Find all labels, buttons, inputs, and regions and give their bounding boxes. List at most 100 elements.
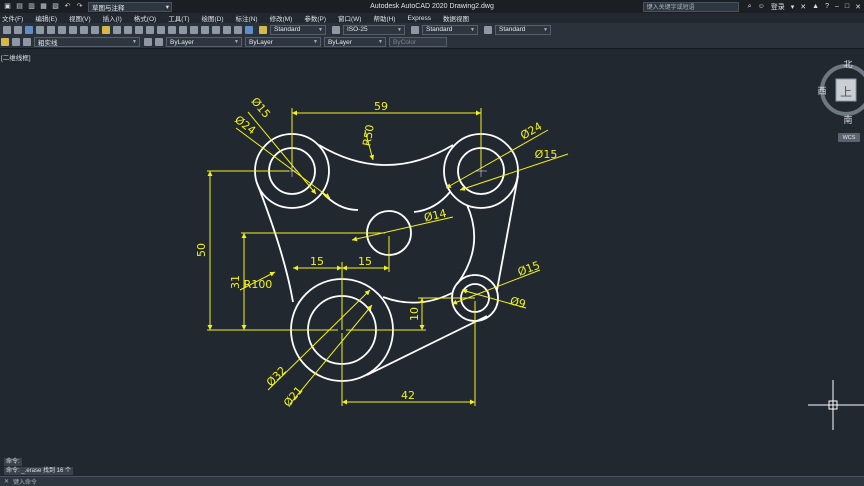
zoom-window-icon[interactable] [157,25,165,34]
open-icon[interactable]: ▤ [15,2,24,11]
layer-freeze-icon[interactable] [23,38,31,46]
paste-icon[interactable] [91,25,99,34]
publish-icon[interactable] [58,25,66,34]
workspace-select[interactable]: 草图与注释 ▾ [88,1,172,12]
menu-file[interactable]: 文件(F) [0,13,29,23]
close-icon[interactable]: ✕ [855,3,861,11]
design-center-icon[interactable] [190,25,198,34]
layer-properties-icon[interactable] [1,38,9,46]
menu-data-view[interactable]: 数据视图 [437,13,475,23]
dim-style-select[interactable]: ISO-25 ▼ [343,24,405,35]
menu-format[interactable]: 格式(O) [128,13,162,23]
arc-right [457,204,476,284]
match-properties-icon[interactable] [102,25,110,34]
menu-edit[interactable]: 编辑(E) [29,13,63,23]
layer-state-icon[interactable] [12,38,20,46]
command-history-2: 命令: _.erase 找到 16 个 [4,467,74,475]
help-icon[interactable] [245,25,253,34]
text-style-value: Standard [274,26,301,33]
save-icon[interactable]: ▥ [27,2,36,11]
autodesk-a360-icon[interactable]: ▲ [812,3,819,10]
calculator-icon[interactable] [234,25,242,34]
dim-15-left: 15 [310,255,324,268]
chevron-down-icon: ▼ [543,26,548,33]
mleader-style-icon [484,25,492,34]
plotstyle-select: ByColor [389,37,447,47]
mleader-style-select[interactable]: Standard ▼ [495,24,551,35]
chevron-down-icon: ▼ [378,39,383,45]
properties-icon[interactable] [179,25,187,34]
dim-dia15-br: Ø15 [516,259,542,279]
zoom-icon[interactable] [146,25,154,34]
pan-icon[interactable] [135,25,143,34]
close-icon[interactable]: ✕ [4,478,9,485]
markup-icon[interactable] [223,25,231,34]
layer-previous-icon[interactable] [155,38,163,46]
menu-tools[interactable]: 工具(T) [162,13,195,23]
undo-icon[interactable]: ↶ [63,2,72,11]
chevron-down-icon: ▼ [397,26,402,33]
redo-icon[interactable]: ↷ [75,2,84,11]
autocad-window: ▣ ▤ ▥ ▦ ▧ ↶ ↷ 草图与注释 ▾ Autodesk AutoCAD 2… [0,0,864,486]
menu-dimension[interactable]: 标注(N) [230,13,264,23]
maximize-icon[interactable]: □ [845,3,849,10]
layer-value: 粗实线 [38,40,58,47]
menu-modify[interactable]: 修改(M) [264,13,299,23]
viewcube[interactable]: 上 北 南 西 [818,60,864,140]
drawing-canvas[interactable]: 59 R50 Ø15 Ø24 Ø24 Ø15 Ø14 50 31 R100 15… [0,49,864,458]
lineweight-select[interactable]: ByLayer ▼ [324,37,386,47]
tool-palettes-icon[interactable] [201,25,209,34]
plot-icon[interactable]: ▧ [51,2,60,11]
layer-select[interactable]: 粗实线 ▼ [34,37,140,47]
minimize-icon[interactable]: – [835,3,839,10]
wcs-menu[interactable]: WCS [838,133,860,142]
menu-insert[interactable]: 插入(I) [97,13,128,23]
menu-draw[interactable]: 绘图(D) [196,13,230,23]
menu-window[interactable]: 窗口(W) [332,13,367,23]
menu-view[interactable]: 视图(V) [63,13,97,23]
dim-dia15-tr: Ø15 [535,148,558,161]
workspace-label: 草图与注释 [92,4,125,12]
plot-icon[interactable] [36,25,44,34]
compass-north: 北 [843,60,852,70]
save-as-icon[interactable]: ▦ [39,2,48,11]
app-menu-icon[interactable]: ▣ [3,2,12,11]
zoom-previous-icon[interactable] [168,25,176,34]
dim-r100: R100 [244,278,273,291]
table-style-select[interactable]: Standard ▼ [422,24,478,35]
help-icon[interactable]: ? [825,3,829,10]
color-select[interactable]: ByLayer ▼ [166,37,242,47]
preview-icon[interactable] [47,25,55,34]
menu-express[interactable]: Express [401,15,436,22]
center-marks [286,165,487,177]
sheet-set-icon[interactable] [212,25,220,34]
menu-parametric[interactable]: 参数(P) [298,13,332,23]
chevron-down-icon: ▾ [165,3,169,11]
text-style-select[interactable]: Standard ▼ [270,24,326,35]
search-input[interactable]: 键入关键字或短语 [642,1,739,12]
exchange-icon[interactable]: ✕ [800,3,806,11]
redo-icon[interactable] [124,25,132,34]
make-current-icon[interactable] [144,38,152,46]
copy-icon[interactable] [80,25,88,34]
command-input[interactable]: ✕ 键入命令 [0,476,864,486]
dim-dia21: Ø21 [281,384,306,410]
line-bottom-tangent [366,315,488,376]
login-link[interactable]: 登录 [771,2,785,12]
user-icon[interactable]: ☺ [758,3,765,10]
viewcube-face-label: 上 [840,85,852,99]
undo-icon[interactable] [113,25,121,34]
dim-42: 42 [401,389,415,402]
dim-dia9: Ø9 [509,294,528,311]
save-icon[interactable] [25,25,33,34]
dim-50: 50 [195,243,208,257]
search-icon[interactable]: ⌕ [748,3,752,11]
linetype-select[interactable]: ByLayer ▼ [245,37,321,47]
compass-south: 南 [843,114,852,126]
new-icon[interactable] [3,25,11,34]
cut-icon[interactable] [69,25,77,34]
menu-help[interactable]: 帮助(H) [367,13,401,23]
open-icon[interactable] [14,25,22,34]
command-placeholder: 键入命令 [13,480,38,486]
cart-icon[interactable]: ▾ [791,3,795,11]
